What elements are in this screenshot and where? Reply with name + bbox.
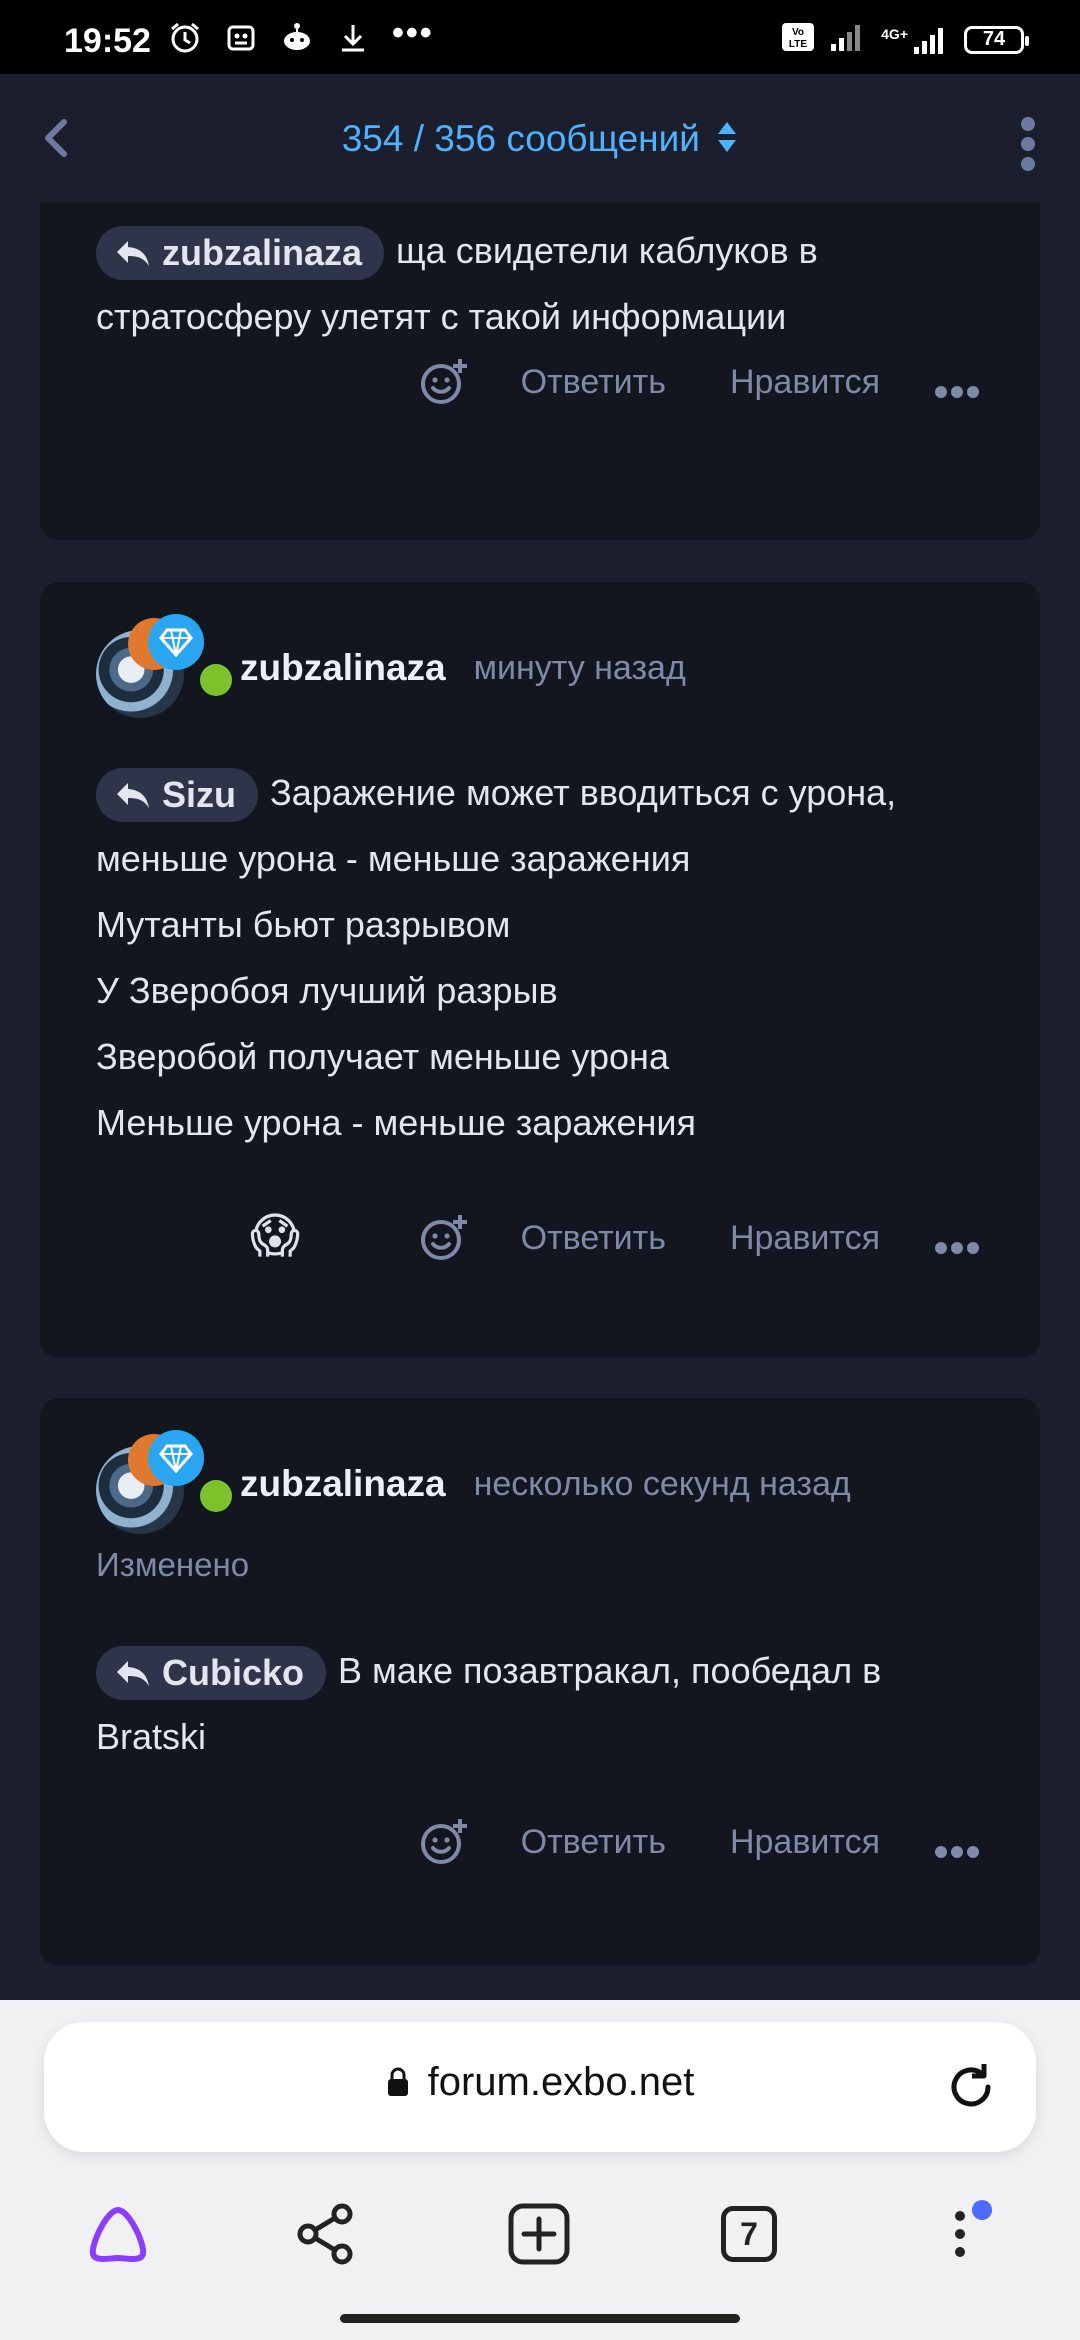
reply-mention-chip[interactable]: Cubicko: [96, 1646, 327, 1701]
url-display[interactable]: forum.exbo.net: [44, 2060, 1036, 2107]
network-type-label: 4G+: [881, 25, 908, 42]
new-tab-icon[interactable]: [503, 2198, 575, 2270]
diamond-badge-icon: [148, 1430, 204, 1486]
post-card: zubzalinaza минуту назад Sizu Заражение …: [40, 582, 1040, 1358]
avatar[interactable]: [96, 614, 232, 718]
url-text: forum.exbo.net: [427, 2060, 695, 2104]
reply-arrow-icon: [117, 1661, 149, 1687]
sort-caret-icon: [716, 120, 738, 163]
browser-bottom-nav: 7: [0, 2176, 1080, 2286]
add-reaction-icon[interactable]: [419, 357, 469, 407]
share-icon[interactable]: [290, 2198, 362, 2270]
svg-text:Vo: Vo: [792, 27, 804, 38]
more-options-icon[interactable]: [934, 372, 980, 398]
address-bar[interactable]: forum.exbo.net: [44, 2022, 1036, 2152]
lock-icon: [386, 2062, 410, 2107]
post-text-line: Меньше урона - меньше заражения: [96, 1102, 696, 1143]
edited-label[interactable]: Изменено: [96, 1546, 249, 1584]
app-icon: [224, 21, 258, 55]
reply-arrow-icon: [117, 783, 149, 809]
post-actions: Ответить Нравится: [419, 1812, 980, 1872]
reply-mention-chip[interactable]: Sizu: [96, 768, 259, 823]
post-author-row: zubzalinaza несколько секунд назад: [96, 1430, 851, 1534]
post-timestamp[interactable]: несколько секунд назад: [474, 1465, 851, 1504]
more-dots-icon: •••: [392, 13, 434, 52]
post-text-inline: ща свидетели каблуков в: [396, 230, 818, 271]
reddit-icon: [280, 21, 314, 55]
post-text-inline: В маке позавтракал, пообедал в: [338, 1650, 882, 1691]
tabs-count: 7: [721, 2206, 777, 2262]
reaction-emoji[interactable]: 😱: [250, 1208, 300, 1264]
signal-4g-icon: 4G+: [881, 25, 950, 55]
avatar[interactable]: [96, 1430, 232, 1534]
like-button[interactable]: Нравится: [730, 1823, 880, 1862]
browser-chrome: forum.exbo.net 7: [0, 2000, 1080, 2340]
reply-mention-name: Cubicko: [162, 1652, 305, 1694]
post-actions: Ответить Нравится: [419, 352, 980, 412]
reply-mention-name: zubzalinaza: [162, 232, 363, 274]
post-timestamp[interactable]: минуту назад: [474, 649, 686, 688]
reply-button[interactable]: Ответить: [521, 1219, 666, 1258]
post-author-row: zubzalinaza минуту назад: [96, 614, 686, 718]
status-bar: 19:52 ••• Vo LTE 4G+ 74: [0, 0, 1080, 74]
post-actions: Ответить Нравится: [419, 1208, 980, 1268]
status-time: 19:52: [64, 22, 151, 60]
post-text-line: У Зверобоя лучший разрыв: [96, 970, 558, 1011]
browser-menu-icon[interactable]: [924, 2198, 996, 2270]
kebab-menu-icon[interactable]: [1008, 114, 1048, 174]
reply-button[interactable]: Ответить: [521, 363, 666, 402]
post-text-line: Bratski: [96, 1716, 207, 1757]
battery-level: 74: [982, 28, 1006, 50]
like-button[interactable]: Нравится: [730, 1219, 880, 1258]
post-counter-dropdown[interactable]: 354 / 356 сообщений: [0, 118, 1080, 163]
reload-icon[interactable]: [944, 2060, 998, 2114]
signal-icon: [829, 22, 867, 57]
post-body: Sizu Заражение может вводиться с урона, …: [96, 760, 984, 1156]
post-card: zubzalinaza несколько секунд назад Измен…: [40, 1398, 1040, 1966]
battery-icon: 74: [964, 25, 1029, 54]
top-app-bar: 354 / 356 сообщений: [0, 74, 1080, 203]
post-text-line: стратосферу улетят с такой информации: [96, 296, 787, 337]
more-options-icon[interactable]: [934, 1228, 980, 1254]
notification-dot: [972, 2200, 992, 2220]
reply-button[interactable]: Ответить: [521, 1823, 666, 1862]
author-name[interactable]: zubzalinaza: [240, 647, 446, 689]
like-button[interactable]: Нравится: [730, 363, 880, 402]
add-reaction-icon[interactable]: [419, 1213, 469, 1263]
post-text-inline: Заражение может вводиться с урона,: [270, 772, 897, 813]
alice-assistant-icon[interactable]: [82, 2198, 154, 2270]
post-text-line: Зверобой получает меньше урона: [96, 1036, 669, 1077]
more-options-icon[interactable]: [934, 1832, 980, 1858]
post-counter-label: 354 / 356 сообщений: [341, 118, 700, 159]
posts-feed[interactable]: zubzalinaza ща свидетели каблуков в стра…: [0, 202, 1080, 2002]
tabs-switcher-button[interactable]: 7: [713, 2198, 785, 2270]
post-body: zubzalinaza ща свидетели каблуков в стра…: [96, 218, 984, 350]
diamond-badge-icon: [148, 614, 204, 670]
alarm-icon: [168, 21, 202, 55]
post-text-line: меньше урона - меньше заражения: [96, 838, 691, 879]
reply-mention-chip[interactable]: zubzalinaza: [96, 226, 385, 281]
author-name[interactable]: zubzalinaza: [240, 1463, 446, 1505]
post-card: zubzalinaza ща свидетели каблуков в стра…: [40, 202, 1040, 540]
reply-arrow-icon: [117, 241, 149, 267]
post-body: Cubicko В маке позавтракал, пообедал в B…: [96, 1638, 984, 1770]
reply-mention-name: Sizu: [162, 774, 237, 816]
online-status-dot: [200, 1480, 232, 1512]
online-status-dot: [200, 664, 232, 696]
add-reaction-icon[interactable]: [419, 1817, 469, 1867]
download-icon: [336, 21, 370, 55]
svg-text:LTE: LTE: [789, 39, 807, 50]
home-indicator[interactable]: [340, 2314, 740, 2323]
volte-icon: Vo LTE: [781, 22, 815, 57]
post-text-line: Мутанты бьют разрывом: [96, 904, 511, 945]
